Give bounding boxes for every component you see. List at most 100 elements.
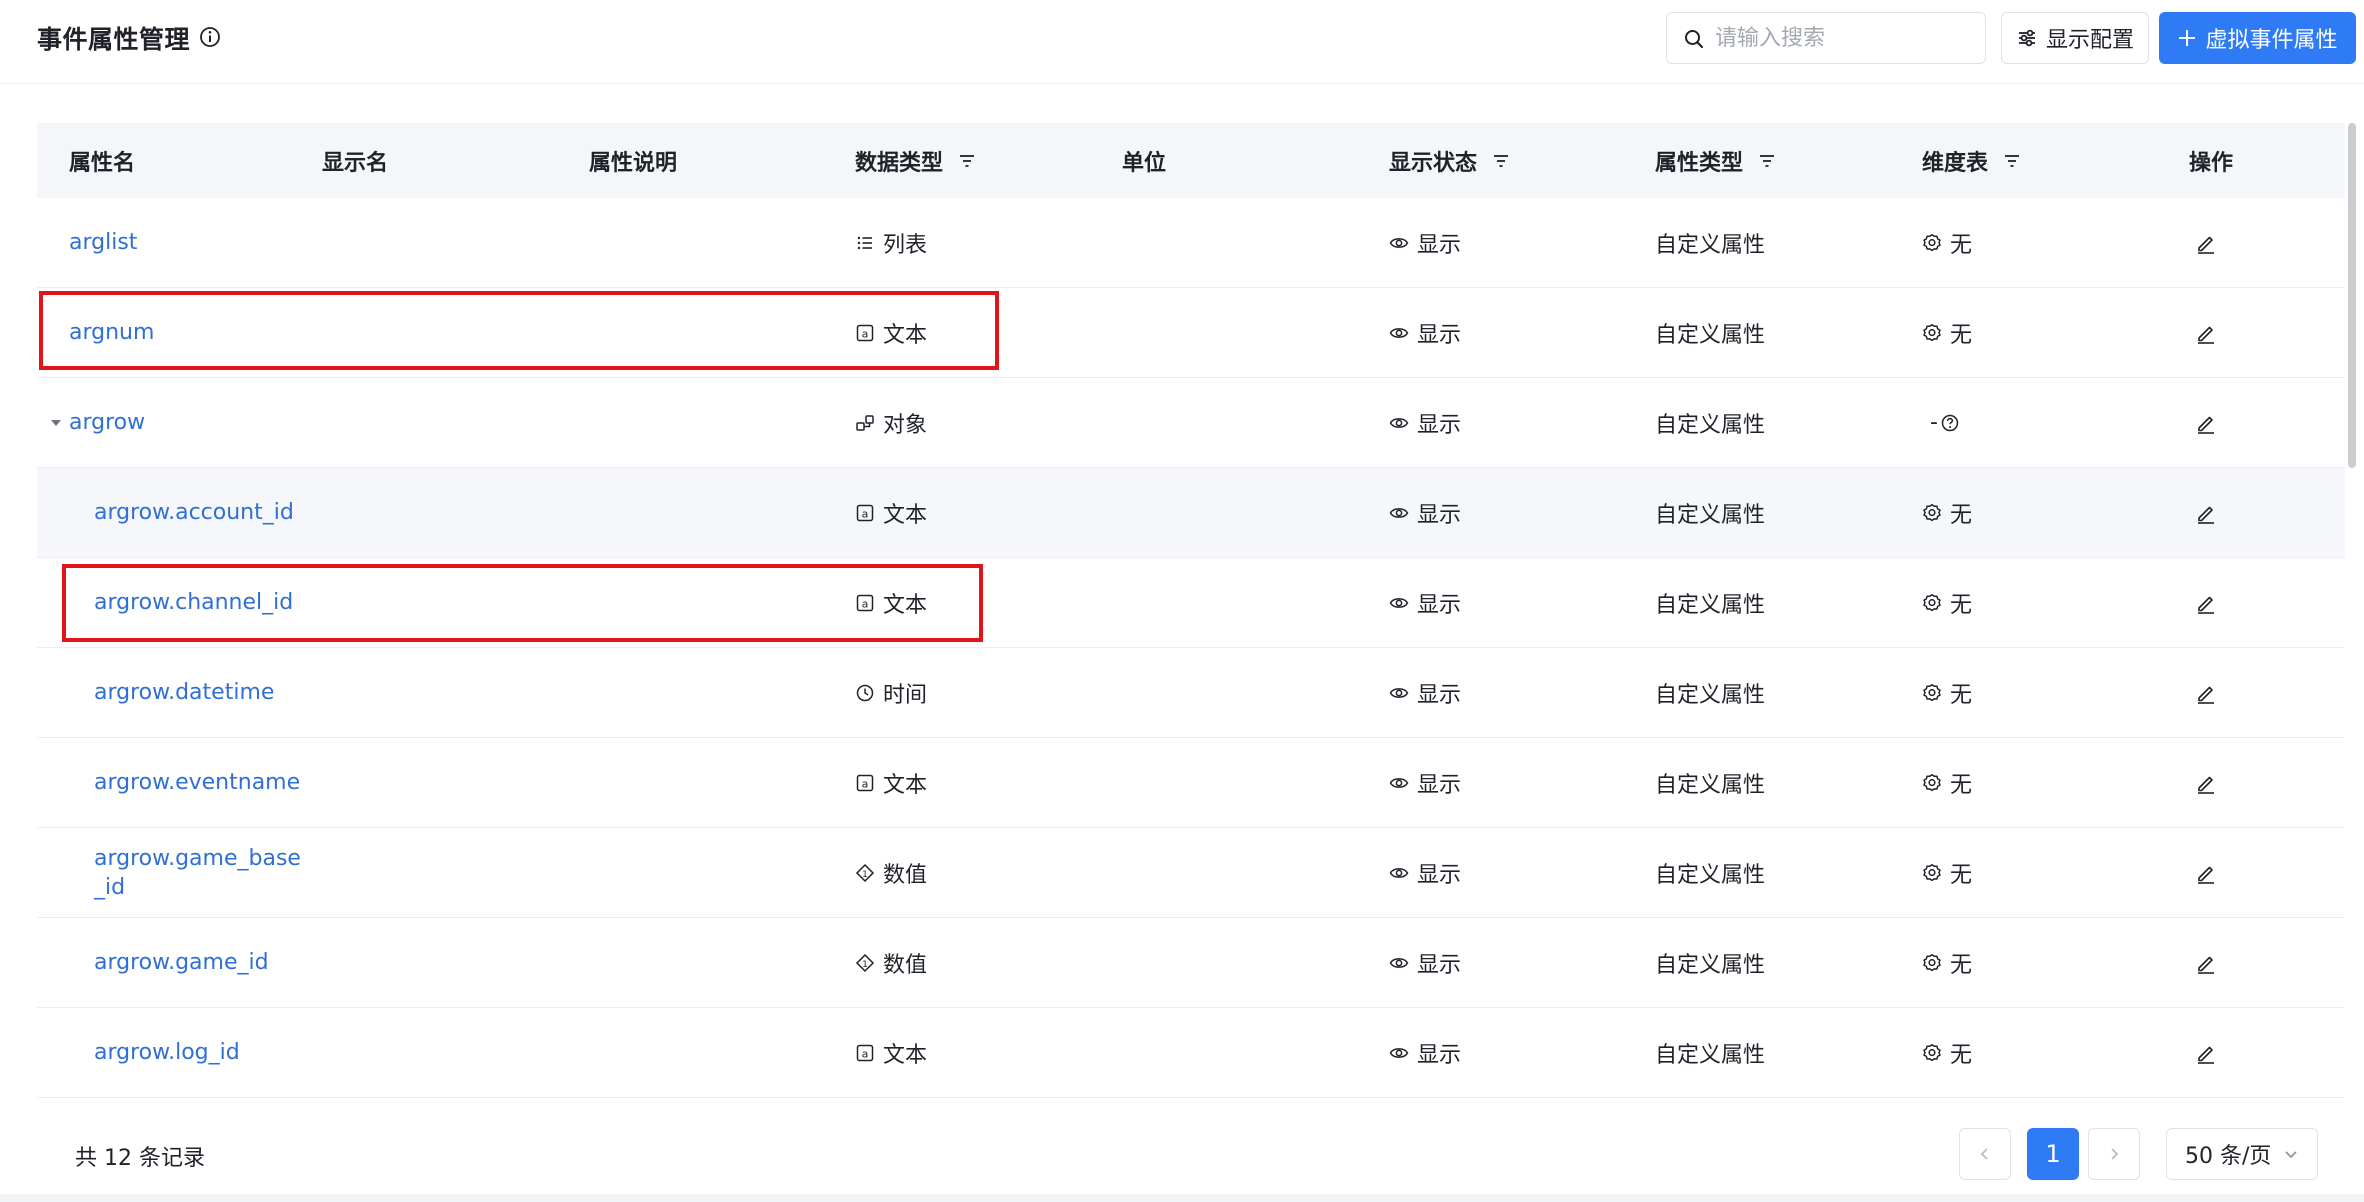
cell-status: 显示 — [1389, 378, 1461, 467]
cell-name: argrow.datetime — [94, 648, 274, 737]
scrollbar[interactable] — [2348, 123, 2356, 468]
edit-icon[interactable] — [2194, 771, 2218, 795]
table-body: arglist 列表 显示 自定义属性无 argnum a 文本 显示 自定义属性无 argrow… — [37, 198, 2345, 1098]
cell-datatype: 1 数值 — [855, 918, 927, 1007]
cell-dimension: 无 — [1922, 738, 1972, 827]
property-name-link[interactable]: argrow.eventname — [94, 768, 300, 797]
cell-attrtype: 自定义属性 — [1655, 738, 1765, 827]
column-header-label: 显示名 — [322, 150, 389, 176]
edit-icon[interactable] — [2194, 861, 2218, 885]
edit-icon[interactable] — [2194, 321, 2218, 345]
edit-icon[interactable] — [2194, 591, 2218, 615]
filter-icon[interactable] — [2002, 151, 2022, 171]
page-number-current[interactable]: 1 — [2027, 1128, 2079, 1180]
eye-icon — [1389, 237, 1409, 248]
property-name-link[interactable]: argrow.game_id — [94, 948, 269, 977]
cell-attrtype: 自定义属性 — [1655, 1008, 1765, 1097]
filter-icon[interactable] — [957, 151, 977, 171]
cell-actions — [2194, 468, 2218, 557]
datatype-label: 文本 — [883, 322, 928, 348]
column-header-display: 显示名 — [322, 123, 388, 198]
page-size-select[interactable]: 50 条/页 — [2166, 1128, 2318, 1180]
cell-actions — [2194, 558, 2218, 647]
gear-icon[interactable] — [1922, 773, 1942, 793]
property-name-link[interactable]: argrow.account_id — [94, 498, 294, 527]
cell-name: argrow.eventname — [94, 738, 300, 827]
page-header: 事件属性管理 显示配置 虚拟事件属性 — [0, 0, 2364, 84]
cell-attrtype: 自定义属性 — [1655, 558, 1765, 647]
eye-icon — [1389, 957, 1409, 968]
list-icon — [857, 236, 872, 249]
text-icon: a — [856, 774, 874, 791]
gear-icon[interactable] — [1922, 233, 1942, 253]
property-name-link[interactable]: argrow.channel_id — [94, 588, 293, 617]
column-header-desc: 属性说明 — [589, 123, 677, 198]
gear-icon[interactable] — [1922, 593, 1942, 613]
cell-dimension: 无 — [1922, 1008, 1972, 1097]
gear-icon[interactable] — [1922, 503, 1942, 523]
display-config-button[interactable]: 显示配置 — [2001, 12, 2149, 64]
table-header: 属性名 显示名 属性说明 数据类型 单位 显示状态 属性类型 维度表 操作 — [37, 123, 2345, 198]
status-label: 显示 — [1417, 1042, 1462, 1068]
search-box[interactable] — [1666, 12, 1986, 64]
property-name-link[interactable]: argrow.game_base _id — [94, 844, 301, 902]
filter-icon[interactable] — [1757, 151, 1777, 171]
eye-icon — [1389, 867, 1409, 878]
edit-icon[interactable] — [2194, 951, 2218, 975]
dimension-label: 无 — [1950, 322, 1973, 348]
svg-text:a: a — [862, 597, 869, 610]
chevron-right-icon — [2111, 1148, 2119, 1160]
cell-status: 显示 — [1389, 1008, 1461, 1097]
column-header-label: 单位 — [1122, 150, 1167, 176]
sliders-icon — [2018, 29, 2035, 47]
attrtype-label: 自定义属性 — [1655, 772, 1766, 798]
dimension-label: 无 — [1950, 502, 1973, 528]
edit-icon[interactable] — [2194, 411, 2218, 435]
cell-name: argrow.game_id — [94, 918, 269, 1007]
info-icon[interactable] — [198, 25, 222, 49]
cell-dimension: 无 — [1922, 288, 1972, 377]
edit-icon[interactable] — [2194, 681, 2218, 705]
status-label: 显示 — [1417, 412, 1462, 438]
gear-icon[interactable] — [1922, 863, 1942, 883]
filter-icon[interactable] — [1491, 151, 1511, 171]
add-virtual-property-button[interactable]: 虚拟事件属性 — [2159, 12, 2356, 64]
cell-actions — [2194, 738, 2218, 827]
cell-status: 显示 — [1389, 468, 1461, 557]
status-label: 显示 — [1417, 502, 1462, 528]
gear-icon[interactable] — [1922, 323, 1942, 343]
cell-dimension: 无 — [1922, 648, 1972, 737]
cell-status: 显示 — [1389, 918, 1461, 1007]
prev-page-button[interactable] — [1959, 1128, 2011, 1180]
gear-icon[interactable] — [1922, 1043, 1942, 1063]
property-name-link[interactable]: arglist — [69, 228, 137, 257]
datatype-label: 文本 — [883, 1042, 928, 1068]
cell-actions — [2194, 1008, 2218, 1097]
table-row: argrow.channel_id a 文本 显示 自定义属性 无 — [37, 558, 2345, 648]
datatype-label: 对象 — [883, 412, 928, 438]
status-label: 显示 — [1417, 772, 1462, 798]
next-page-button[interactable] — [2088, 1128, 2140, 1180]
property-name-link[interactable]: argrow — [69, 408, 145, 437]
status-label: 显示 — [1417, 952, 1462, 978]
question-icon[interactable] — [1940, 413, 1960, 433]
gear-icon[interactable] — [1922, 683, 1942, 703]
property-name-link[interactable]: argrow.log_id — [94, 1038, 240, 1067]
eye-icon — [1389, 1047, 1409, 1058]
cell-status: 显示 — [1389, 828, 1461, 917]
edit-icon[interactable] — [2194, 1041, 2218, 1065]
column-header-label: 属性类型 — [1655, 150, 1744, 176]
datatype-label: 数值 — [883, 862, 928, 888]
property-name-link[interactable]: argnum — [69, 318, 154, 347]
caret-down-icon[interactable] — [49, 416, 63, 430]
property-name-link[interactable]: argrow.datetime — [94, 678, 274, 707]
dimension-label: 无 — [1950, 592, 1973, 618]
datatype-label: 列表 — [883, 232, 928, 258]
edit-icon[interactable] — [2194, 231, 2218, 255]
edit-icon[interactable] — [2194, 501, 2218, 525]
search-input[interactable] — [1715, 21, 1975, 55]
status-label: 显示 — [1417, 592, 1462, 618]
table-row: argrow.datetime 时间 显示 自定义属性 无 — [37, 648, 2345, 738]
gear-icon[interactable] — [1922, 953, 1942, 973]
cell-attrtype: 自定义属性 — [1655, 828, 1765, 917]
